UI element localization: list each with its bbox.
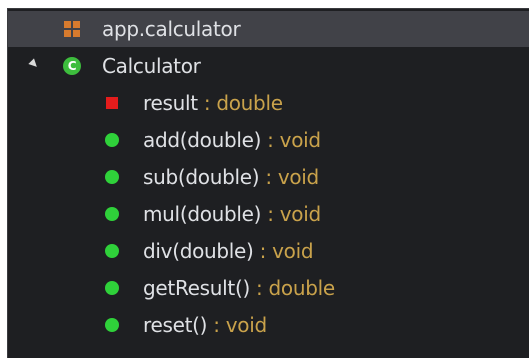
member-label: div(double) : void [143,239,314,263]
method-icon [105,244,119,258]
tree-row-method-sub[interactable]: sub(double) : void [8,159,529,195]
tree-row-package[interactable]: app.calculator [8,11,529,47]
member-type: : void [259,165,319,189]
tree-row-method-div[interactable]: div(double) : void [8,233,529,269]
member-label: getResult() : double [143,276,335,300]
class-label: Calculator [102,54,201,78]
member-label: sub(double) : void [143,165,319,189]
outline-tree: app.calculator C Calculator result : dou… [7,8,529,358]
member-type: : double [197,91,283,115]
member-name: getResult() [143,276,250,300]
member-label: reset() : void [143,313,267,337]
class-icon: C [63,57,81,75]
method-icon [105,207,119,221]
member-label: add(double) : void [143,128,321,152]
member-name: reset() [143,313,208,337]
member-name: mul(double) [143,202,262,226]
tree-row-method-mul[interactable]: mul(double) : void [8,196,529,232]
member-label: mul(double) : void [143,202,321,226]
method-icon [105,170,119,184]
member-type: : void [261,128,321,152]
member-name: add(double) [143,128,262,152]
tree-row-class[interactable]: C Calculator [8,48,529,84]
method-icon [105,318,119,332]
field-icon [106,97,118,109]
tree-row-method-reset[interactable]: reset() : void [8,307,529,343]
member-type: : void [207,313,267,337]
member-label: result : double [143,91,283,115]
tree-row-method-getresult[interactable]: getResult() : double [8,270,529,306]
member-type: : void [253,239,314,263]
member-type: : double [249,276,335,300]
member-name: sub(double) [143,165,260,189]
method-icon [105,133,119,147]
tree-row-method-add[interactable]: add(double) : void [8,122,529,158]
member-type: : void [261,202,321,226]
member-name: result [143,91,198,115]
member-name: div(double) [143,239,254,263]
expand-arrow-icon[interactable] [28,58,40,70]
package-icon [64,21,80,37]
method-icon [105,281,119,295]
package-label: app.calculator [102,17,241,41]
tree-row-field-result[interactable]: result : double [8,85,529,121]
